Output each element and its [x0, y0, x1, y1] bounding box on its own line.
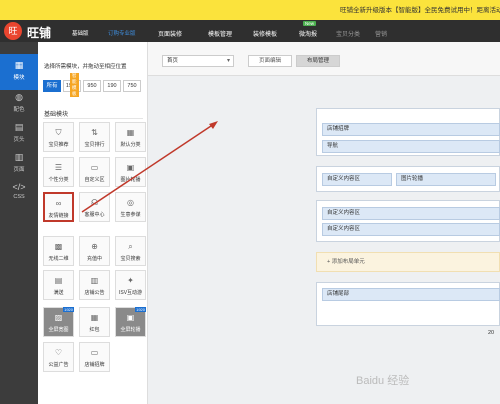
watermark: Baidu 经验 [356, 375, 410, 387]
annotation-arrow [81, 121, 218, 213]
